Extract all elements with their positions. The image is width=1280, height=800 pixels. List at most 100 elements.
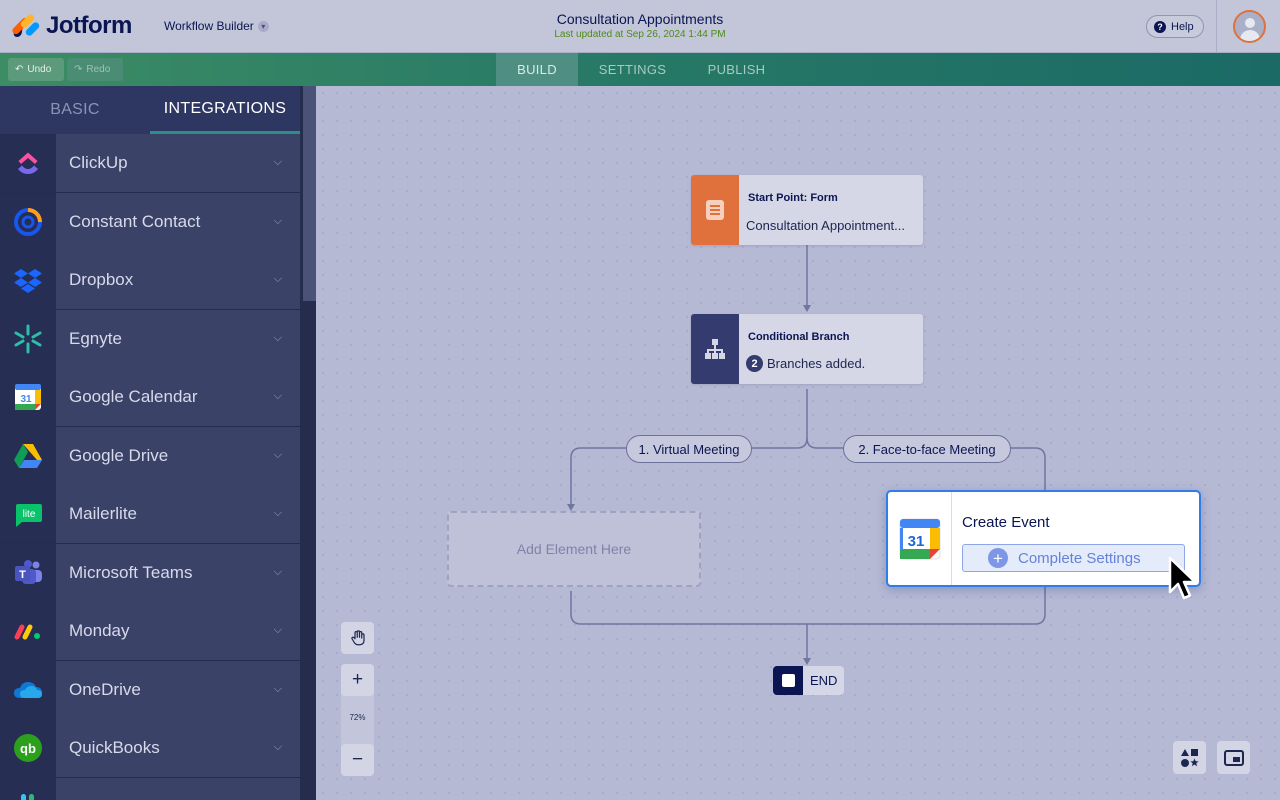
elements-button[interactable] xyxy=(1173,741,1206,774)
form-icon xyxy=(691,175,739,245)
sidebar-item-google-calendar[interactable]: 31 Google Calendar ⌵ xyxy=(0,368,300,427)
node-subtitle: 2 Branches added. xyxy=(746,355,865,372)
workflow-title-area: Consultation Appointments Last updated a… xyxy=(0,11,1280,40)
help-icon: ? xyxy=(1154,20,1166,33)
egnyte-icon xyxy=(14,324,42,353)
onedrive-icon xyxy=(14,681,42,698)
integration-list: ClickUp ⌵ Constant Contact ⌵ Dropbox ⌵ E… xyxy=(0,134,300,800)
branch-label-face-to-face[interactable]: 2. Face-to-face Meeting xyxy=(843,435,1011,463)
sidebar-item-microsoft-teams[interactable]: T Microsoft Teams ⌵ xyxy=(0,543,300,602)
help-button[interactable]: ? Help xyxy=(1146,15,1204,38)
shapes-icon xyxy=(1180,748,1199,767)
mailerlite-icon: lite xyxy=(16,504,42,527)
sidebar-item-google-drive[interactable]: Google Drive ⌵ xyxy=(0,426,300,485)
sidebar-item-label: QuickBooks xyxy=(69,738,160,757)
sidebar-item-dropbox[interactable]: Dropbox ⌵ xyxy=(0,251,300,310)
svg-text:lite: lite xyxy=(23,509,36,520)
tab-build[interactable]: BUILD xyxy=(496,53,578,86)
tab-publish[interactable]: PUBLISH xyxy=(687,53,786,86)
add-element-placeholder[interactable]: Add Element Here xyxy=(447,511,701,587)
pan-tool-button[interactable] xyxy=(341,622,374,654)
create-event-node[interactable]: 31 Create Event + Complete Settings xyxy=(886,490,1201,587)
sidebar-item-mailerlite[interactable]: lite Mailerlite ⌵ xyxy=(0,485,300,544)
quickbooks-icon: qb xyxy=(14,734,42,762)
redo-label: Redo xyxy=(86,64,111,75)
sidebar-item-monday[interactable]: Monday ⌵ xyxy=(0,602,300,661)
branch-count-text: Branches added. xyxy=(767,356,866,371)
last-updated-text: Last updated at Sep 26, 2024 1:44 PM xyxy=(554,29,726,40)
sidebar-item-label: Google Drive xyxy=(69,445,169,465)
zoom-out-button[interactable]: − xyxy=(341,744,374,776)
header-divider xyxy=(1216,0,1217,53)
sidebar-item-label: Constant Contact xyxy=(69,211,201,231)
zoom-in-button[interactable]: + xyxy=(341,664,374,696)
tab-basic[interactable]: BASIC xyxy=(0,86,150,134)
complete-settings-label: Complete Settings xyxy=(1018,549,1141,567)
sidebar-item-label: Google Calendar xyxy=(69,387,198,406)
redo-button[interactable]: ↷ Redo xyxy=(67,58,123,81)
mouse-cursor-icon xyxy=(1168,556,1197,600)
sidebar-item-label: Monday xyxy=(69,621,130,640)
undo-label: Undo xyxy=(27,64,52,75)
node-title: Conditional Branch xyxy=(748,331,850,343)
workflow-canvas[interactable]: Start Point: Form Consultation Appointme… xyxy=(316,86,1280,800)
top-header: Jotform Workflow Builder ▾ Consultation … xyxy=(0,0,1280,53)
builder-nav: ↶ Undo ↷ Redo BUILD SETTINGS PUBLISH xyxy=(0,53,1280,86)
chevron-down-icon: ⌵ xyxy=(273,507,282,519)
plus-icon: + xyxy=(988,548,1008,568)
google-calendar-icon: 31 xyxy=(15,384,41,410)
svg-text:31: 31 xyxy=(20,394,32,405)
minimap-icon xyxy=(1223,749,1244,766)
start-point-node[interactable]: Start Point: Form Consultation Appointme… xyxy=(691,175,923,245)
sidebar-item-egnyte[interactable]: Egnyte ⌵ xyxy=(0,309,300,368)
google-drive-icon xyxy=(14,443,42,468)
dropbox-icon xyxy=(14,269,42,293)
constant-contact-icon xyxy=(14,207,42,236)
chevron-down-icon: ⌵ xyxy=(273,448,282,461)
end-label: END xyxy=(810,673,838,688)
conditional-branch-node[interactable]: Conditional Branch 2 Branches added. xyxy=(691,314,923,384)
undo-button[interactable]: ↶ Undo xyxy=(8,58,64,81)
chevron-down-icon: ⌵ xyxy=(273,741,282,753)
sidebar-item-slack[interactable] xyxy=(0,777,300,800)
complete-settings-button[interactable]: + Complete Settings xyxy=(962,544,1185,572)
tab-settings[interactable]: SETTINGS xyxy=(578,53,687,86)
sidebar-item-label: Mailerlite xyxy=(69,504,138,523)
sidebar-item-clickup[interactable]: ClickUp ⌵ xyxy=(0,134,300,193)
monday-icon xyxy=(14,624,40,640)
chevron-down-icon: ⌵ xyxy=(273,156,282,168)
chevron-down-icon: ⌵ xyxy=(273,331,282,344)
node-title: Start Point: Form xyxy=(748,192,838,204)
chevron-down-icon: ⌵ xyxy=(273,682,282,695)
minus-icon: − xyxy=(351,749,364,770)
sidebar-item-onedrive[interactable]: OneDrive ⌵ xyxy=(0,660,300,719)
chevron-down-icon: ⌵ xyxy=(273,565,282,578)
microsoft-teams-icon: T xyxy=(15,559,42,584)
tab-integrations[interactable]: INTEGRATIONS xyxy=(150,86,300,134)
node-title: Create Event xyxy=(962,514,1050,531)
branch-count-badge: 2 xyxy=(746,355,763,372)
minimap-button[interactable] xyxy=(1217,741,1250,774)
end-node[interactable]: END xyxy=(773,666,844,695)
node-subtitle: Consultation Appointment... xyxy=(746,218,905,233)
sidebar-item-quickbooks[interactable]: qb QuickBooks ⌵ xyxy=(0,719,300,778)
svg-text:31: 31 xyxy=(907,533,924,550)
sidebar-item-label: OneDrive xyxy=(69,679,141,699)
branch-icon xyxy=(691,314,739,384)
sidebar-item-label: Microsoft Teams xyxy=(69,562,193,582)
avatar[interactable] xyxy=(1233,10,1266,43)
help-label: Help xyxy=(1171,20,1194,33)
google-calendar-icon: 31 xyxy=(899,518,940,559)
branch-label-virtual[interactable]: 1. Virtual Meeting xyxy=(626,435,752,463)
sidebar-item-constant-contact[interactable]: Constant Contact ⌵ xyxy=(0,192,300,251)
redo-icon: ↷ xyxy=(74,64,83,75)
sidebar-scroll-thumb[interactable] xyxy=(303,86,316,301)
slack-icon xyxy=(21,793,34,800)
page-title[interactable]: Consultation Appointments xyxy=(0,11,1280,27)
sidebar-tabs: BASIC INTEGRATIONS xyxy=(0,86,300,134)
hand-icon xyxy=(350,630,365,646)
zoom-controls: + 72% − xyxy=(341,664,374,776)
svg-text:T: T xyxy=(19,569,26,581)
zoom-level: 72% xyxy=(349,713,366,722)
builder-tabs: BUILD SETTINGS PUBLISH xyxy=(496,53,786,86)
